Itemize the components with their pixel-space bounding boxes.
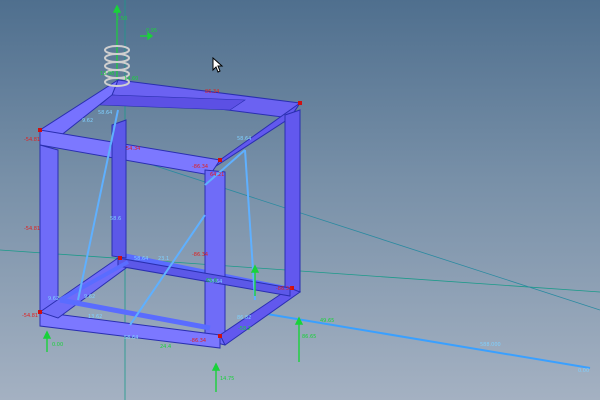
label-green-floor-mid: 24.4 — [160, 344, 171, 350]
label-spring-b: 14.60 — [124, 76, 138, 82]
label-top-axis: 2.50 — [116, 16, 127, 22]
label-corner-red: 64.21 — [210, 172, 224, 178]
label-blue-diag: 58.64 — [134, 256, 148, 262]
label-blue-top-right: 58.64 — [237, 136, 251, 142]
label-blue-bottom-mid: 58.64 — [124, 335, 138, 341]
cable-line — [254, 311, 591, 369]
label-top-red-right: 86.34 — [205, 89, 219, 95]
label-bottom-mid-red: -86.34 — [192, 252, 208, 258]
label-front-right-red: -86.34 — [192, 164, 208, 170]
label-mid-left-red: -54.81 — [24, 226, 40, 232]
label-blue-cable-start: 86.82 — [237, 315, 251, 321]
label-blue-corner: 23.1 — [158, 256, 169, 262]
mouse-cursor-icon — [212, 57, 224, 73]
label-green-mid-right: 65.6 — [206, 278, 217, 284]
label-green-bottom-arrow: 14.75 — [220, 376, 234, 382]
front-left-column — [39, 144, 59, 319]
back-right-column — [284, 109, 301, 293]
back-bottom-beam — [117, 257, 291, 297]
label-blue-top-mid: 9.62 — [82, 118, 93, 124]
label-green-mid-right2: -58.2 — [238, 326, 251, 332]
label-top-axis-b: 0.95 — [146, 28, 157, 34]
structure-drawing: 86.34 -54.81 54.34 -86.34 64.21 -54.81 -… — [0, 0, 600, 400]
label-green-corner: 49.65 — [320, 318, 334, 324]
right-bottom-beam — [219, 287, 302, 346]
label-green-left-arrow: 0.00 — [52, 342, 63, 348]
label-bottom-front-red: -86.34 — [190, 338, 206, 344]
label-top-front-red: 54.34 — [126, 146, 140, 152]
label-blue-left: 9.62 — [48, 296, 59, 302]
label-blue-mid: 58.6 — [110, 216, 121, 222]
label-blue-bottom: 13.62 — [88, 314, 102, 320]
label-blue-top-left: 58.64 — [98, 110, 112, 116]
back-left-column — [111, 119, 127, 259]
label-right-bottom-red: -86.34 — [276, 286, 292, 292]
3d-model-viewport[interactable]: 86.34 -54.81 54.34 -86.34 64.21 -54.81 -… — [0, 0, 600, 400]
label-blue-lower-left: 9.62 — [84, 294, 95, 300]
label-green-right-arrow: 86.65 — [302, 334, 316, 340]
label-bottom-left-red: -54.81 — [22, 313, 38, 319]
label-left-red-top: -54.81 — [24, 137, 40, 143]
label-blue-end: 0.00 — [578, 368, 589, 374]
label-spring-a: 13.98 — [100, 71, 114, 77]
label-blue-far: 588.000 — [480, 342, 501, 348]
